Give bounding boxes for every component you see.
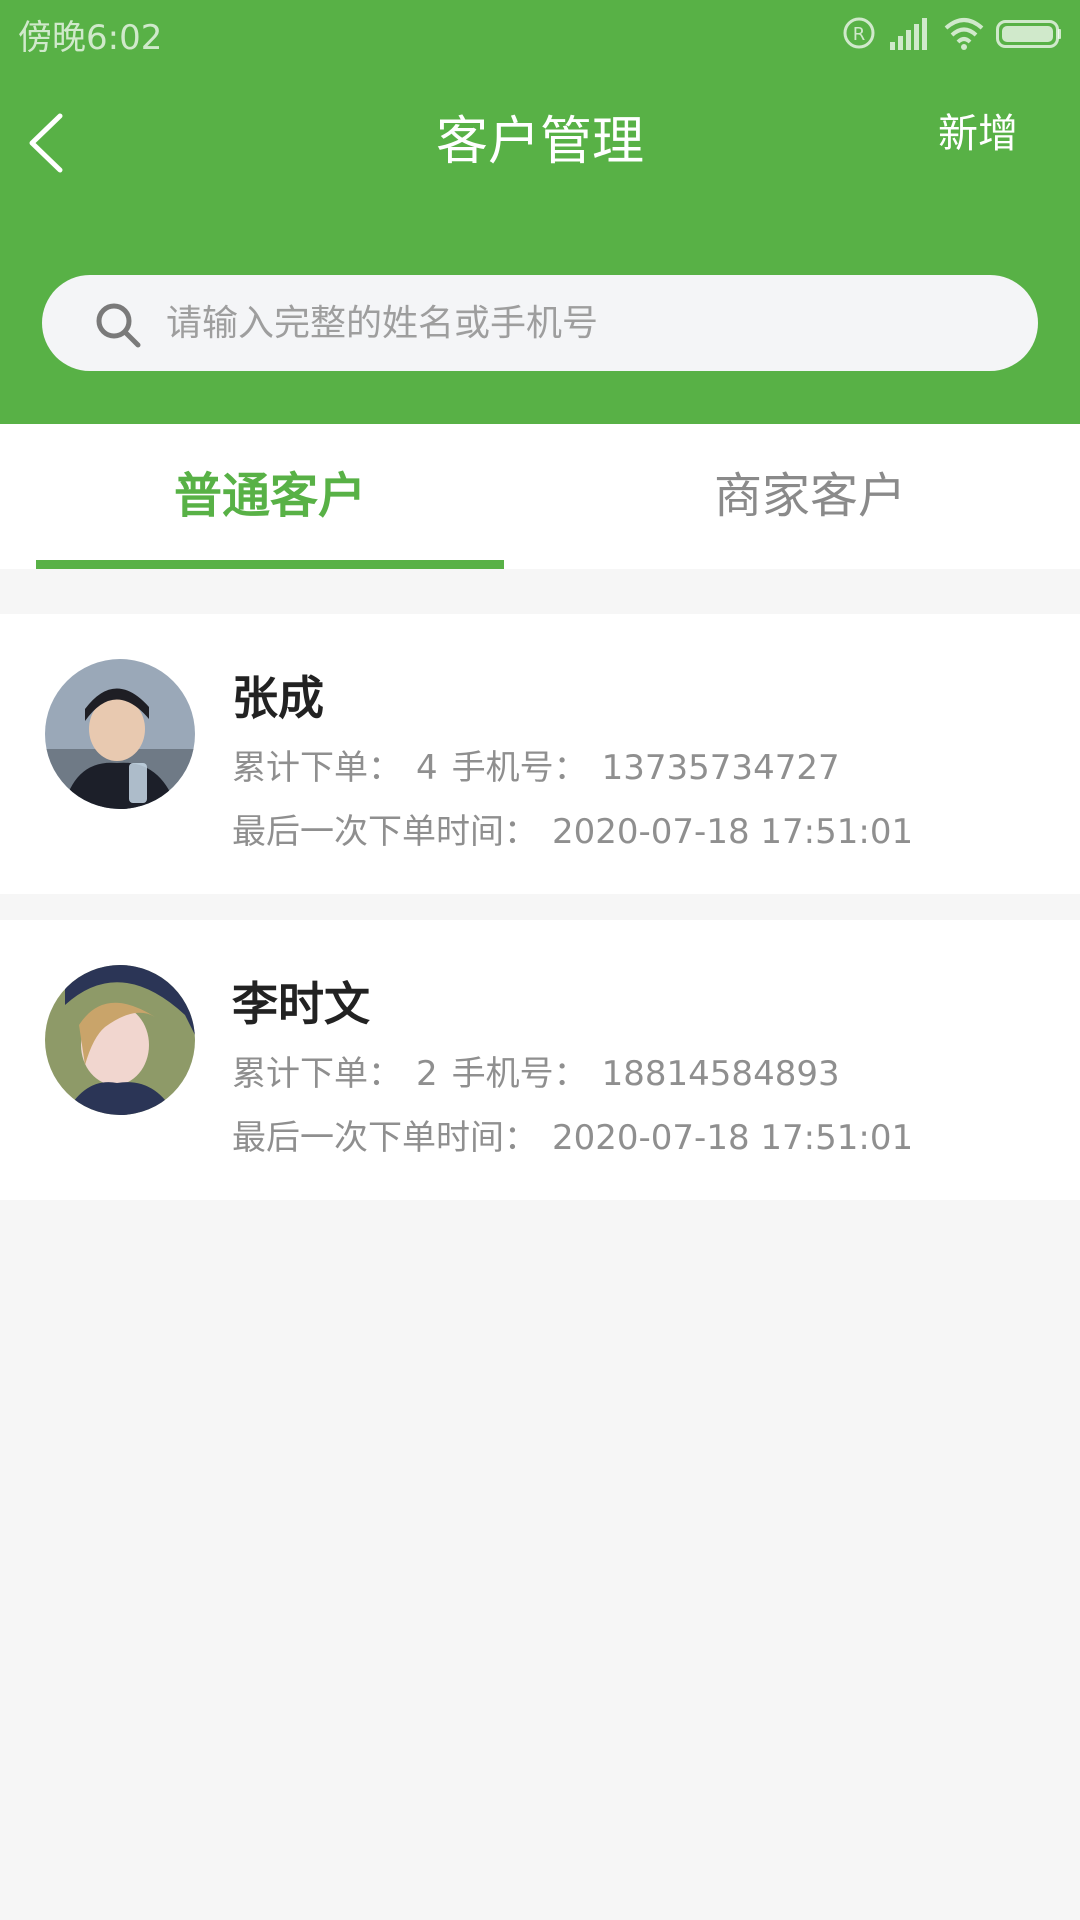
last-order-value: 2020-07-18 17:51:01	[552, 1118, 914, 1158]
page-title: 客户管理	[435, 112, 644, 172]
orders-label: 累计下单：	[232, 1054, 402, 1094]
wifi-icon	[944, 18, 984, 50]
tab-regular-customers[interactable]: 普通客户	[0, 424, 540, 569]
phone-label: 手机号：	[451, 748, 588, 788]
search-input[interactable]	[166, 275, 1006, 371]
avatar	[45, 965, 195, 1115]
signal-icon	[890, 18, 927, 50]
registered-icon: R	[843, 17, 875, 49]
last-order-value: 2020-07-18 17:51:01	[552, 812, 914, 852]
last-order-time: 最后一次下单时间： 2020-07-18 17:51:01	[232, 1114, 927, 1162]
last-order-time: 最后一次下单时间： 2020-07-18 17:51:01	[232, 808, 927, 856]
header: 傍晚6:02 R 客户管理 新增 请输入完整的姓名或手机号	[0, 0, 1080, 424]
status-icons: R	[842, 16, 1062, 60]
search-icon	[96, 303, 141, 348]
phone-number: 18814584893	[601, 1054, 840, 1094]
search-bar[interactable]	[42, 275, 1038, 371]
orders-count: 2	[416, 1054, 438, 1094]
battery-icon	[996, 20, 1061, 48]
customer-name: 李时文	[232, 977, 370, 1031]
phone-number: 13735734727	[601, 748, 840, 788]
add-customer-button[interactable]: 新增	[938, 104, 1018, 164]
phone-label: 手机号：	[451, 1054, 588, 1094]
customer-list-item[interactable]: 张成 累计下单： 4 手机号： 13735734727 最后一次下单时间： 2020-0…	[0, 614, 1080, 894]
orders-count: 4	[416, 748, 438, 788]
order-stats: 累计下单： 2 手机号： 18814584893	[232, 1050, 854, 1098]
order-stats: 累计下单： 4 手机号： 13735734727	[232, 744, 854, 792]
status-time: 傍晚6:02	[18, 18, 163, 58]
customer-list-item[interactable]: 李时文 累计下单： 2 手机号： 18814584893 最后一次下单时间： 2020-…	[0, 920, 1080, 1200]
orders-label: 累计下单：	[232, 748, 402, 788]
tab-merchant-customers[interactable]: 商家客户	[540, 424, 1080, 569]
last-order-label: 最后一次下单时间：	[232, 812, 538, 852]
customer-name: 张成	[232, 671, 324, 725]
avatar	[45, 659, 195, 809]
active-tab-indicator	[36, 560, 504, 569]
svg-text:R: R	[853, 24, 866, 45]
last-order-label: 最后一次下单时间：	[232, 1118, 538, 1158]
status-bar: 傍晚6:02 R	[0, 0, 1080, 76]
customer-type-tabs: 普通客户 商家客户	[0, 424, 1080, 569]
